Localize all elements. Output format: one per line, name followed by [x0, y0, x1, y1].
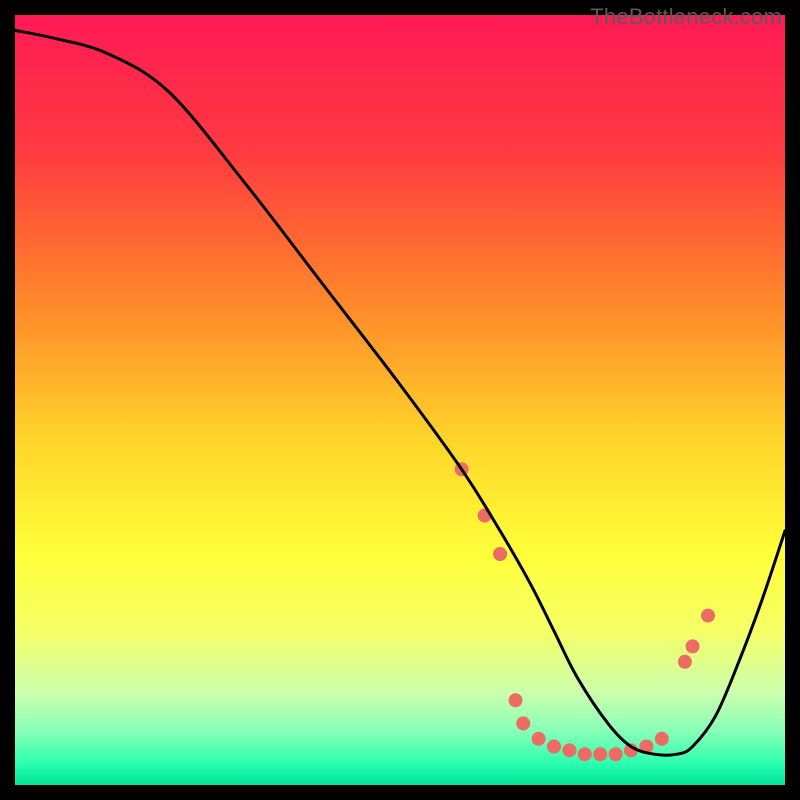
highlight-dot	[609, 747, 623, 761]
highlight-dot	[701, 609, 715, 623]
highlight-dots	[455, 462, 715, 761]
curve-layer	[15, 15, 785, 785]
highlight-dot	[655, 732, 669, 746]
highlight-dot	[678, 655, 692, 669]
watermark-text: TheBottleneck.com	[590, 4, 782, 30]
highlight-dot	[493, 547, 507, 561]
highlight-dot	[532, 732, 546, 746]
chart-container: TheBottleneck.com	[0, 0, 800, 800]
highlight-dot	[686, 639, 700, 653]
highlight-dot	[562, 743, 576, 757]
highlight-dot	[593, 747, 607, 761]
highlight-dot	[578, 747, 592, 761]
highlight-dot	[547, 740, 561, 754]
highlight-dot	[516, 716, 530, 730]
highlight-dot	[509, 693, 523, 707]
plot-area	[15, 15, 785, 785]
bottleneck-curve	[15, 30, 785, 755]
